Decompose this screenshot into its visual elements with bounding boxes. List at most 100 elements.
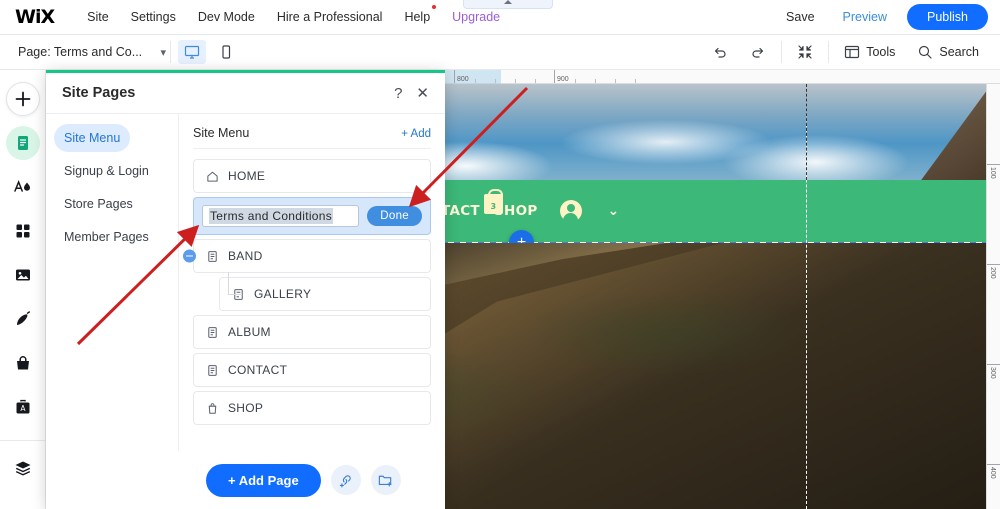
chevron-down-icon: ▾ xyxy=(160,46,166,59)
vertical-ruler[interactable]: 100 200 300 400 xyxy=(986,84,1000,509)
folder-plus-icon[interactable] xyxy=(370,465,401,495)
ruler-tick-label: 900 xyxy=(557,76,569,83)
collapse-toggle-icon[interactable] xyxy=(183,249,196,263)
tree-connector xyxy=(228,272,242,295)
page-selector-dropdown[interactable]: Page: Terms and Co... ▾ xyxy=(18,45,166,59)
tools-label: Tools xyxy=(866,45,896,59)
add-elements-button[interactable] xyxy=(5,82,40,116)
link-plus-icon[interactable] xyxy=(330,465,361,495)
page-label: CONTACT xyxy=(228,363,288,377)
business-tools-button[interactable] xyxy=(6,346,40,380)
wix-editor-window: WiX Site Settings Dev Mode Hire a Profes… xyxy=(0,0,1000,509)
menu-help-label: Help xyxy=(404,10,431,24)
add-link-button[interactable]: + Add xyxy=(401,128,431,140)
redo-button[interactable] xyxy=(739,44,777,60)
menu-site[interactable]: Site xyxy=(76,10,120,24)
page-label: BAND xyxy=(228,249,263,263)
ruler-segment-v: 100 xyxy=(987,164,1000,264)
page-label: GALLERY xyxy=(254,287,312,301)
chevron-down-icon[interactable]: ⌄ xyxy=(608,203,620,219)
panel-title: Site Pages xyxy=(62,85,136,101)
site-pages-panel: Site Pages ? ✕ Site Menu Signup & Login … xyxy=(46,70,445,509)
app-market-button[interactable] xyxy=(6,214,40,248)
page-list-header: Site Menu + Add xyxy=(193,126,431,149)
panel-footer: + Add Page xyxy=(46,451,445,509)
layers-section xyxy=(0,440,45,509)
page-icon xyxy=(206,364,219,377)
zoom-out-button[interactable] xyxy=(786,44,824,60)
help-notification-dot xyxy=(432,5,437,9)
editor-toolbar: Page: Terms and Co... ▾ Tools Search xyxy=(0,35,1000,70)
blog-button[interactable] xyxy=(6,302,40,336)
panel-nav-store-pages[interactable]: Store Pages xyxy=(54,190,143,218)
page-list-title: Site Menu xyxy=(193,126,250,140)
cart-and-shop[interactable]: 3 SHOP xyxy=(483,189,538,219)
publish-button[interactable]: Publish xyxy=(907,4,988,30)
top-bar-actions: Save Preview Publish xyxy=(772,4,988,30)
ruler-tick-label: 100 xyxy=(989,167,996,179)
page-rename-input[interactable]: Terms and Conditions xyxy=(202,205,360,227)
hero-rock-edge xyxy=(921,91,986,180)
page-row-album[interactable]: ALBUM xyxy=(193,315,431,349)
undo-button[interactable] xyxy=(701,44,739,60)
browser-tab-artifact[interactable] xyxy=(463,0,553,9)
ruler-segment: 800 xyxy=(454,70,554,83)
question-mark-icon[interactable]: ? xyxy=(394,85,402,102)
toolbar-divider xyxy=(781,41,783,63)
done-button[interactable]: Done xyxy=(367,206,422,226)
page-row-home[interactable]: HOME xyxy=(193,159,431,193)
page-row-gallery[interactable]: GALLERY xyxy=(219,272,431,311)
ruler-tick-label: 800 xyxy=(457,76,469,83)
panel-header-actions: ? ✕ xyxy=(394,84,429,103)
tools-button[interactable]: Tools xyxy=(833,44,906,60)
page-row-terms-and-conditions-editing[interactable]: Terms and Conditions Done xyxy=(193,197,431,235)
panel-header: Site Pages ? ✕ xyxy=(46,73,445,114)
add-page-button[interactable]: + Add Page xyxy=(206,463,321,497)
desktop-view-button[interactable] xyxy=(178,40,206,64)
mobile-view-button[interactable] xyxy=(212,40,240,64)
ruler-tick-label: 200 xyxy=(989,267,996,279)
page-icon xyxy=(206,250,219,263)
shop-bag-icon xyxy=(206,402,219,415)
page-list: HOME Terms and Conditions Done BAND GALL… xyxy=(183,149,431,425)
top-menu-bar: WiX Site Settings Dev Mode Hire a Profes… xyxy=(0,0,1000,35)
ruler-segment-v: 300 xyxy=(987,364,1000,464)
page-label: ALBUM xyxy=(228,325,271,339)
ruler-tick-label: 300 xyxy=(989,367,996,379)
preview-button[interactable]: Preview xyxy=(829,10,901,24)
user-avatar-icon[interactable] xyxy=(559,200,582,223)
page-row-band[interactable]: BAND xyxy=(183,239,431,273)
panel-nav-signup-login[interactable]: Signup & Login xyxy=(54,157,159,185)
panel-nav-site-menu[interactable]: Site Menu xyxy=(54,124,131,152)
menu-settings[interactable]: Settings xyxy=(120,10,187,24)
layers-button[interactable] xyxy=(6,451,40,485)
page-icon xyxy=(206,326,219,339)
caret-up-icon xyxy=(504,0,512,4)
page-label: SHOP xyxy=(228,401,264,415)
menu-dev-mode[interactable]: Dev Mode xyxy=(187,10,266,24)
site-pages-button[interactable] xyxy=(5,126,40,160)
toolbar-right-actions: Tools Search xyxy=(701,41,990,63)
marketing-button[interactable]: A xyxy=(6,390,40,424)
panel-nav-member-pages[interactable]: Member Pages xyxy=(54,223,159,251)
panel-body: Site Menu Signup & Login Store Pages Mem… xyxy=(46,114,445,451)
my-uploads-button[interactable] xyxy=(6,258,40,292)
close-icon[interactable]: ✕ xyxy=(416,84,429,102)
menu-upgrade[interactable]: Upgrade xyxy=(441,10,511,24)
wix-logo[interactable]: WiX xyxy=(15,6,55,28)
ruler-segment-v: 400 xyxy=(987,464,1000,509)
svg-text:A: A xyxy=(20,404,26,413)
page-row-contact[interactable]: CONTACT xyxy=(193,353,431,387)
search-label: Search xyxy=(939,45,979,59)
search-button[interactable]: Search xyxy=(906,44,990,60)
page-rename-value: Terms and Conditions xyxy=(209,208,334,224)
page-row-shop[interactable]: SHOP xyxy=(193,391,431,425)
save-button[interactable]: Save xyxy=(772,10,829,24)
site-design-button[interactable] xyxy=(6,170,40,204)
cart-count-badge: 3 xyxy=(490,202,497,211)
menu-help[interactable]: Help xyxy=(393,5,441,24)
home-icon xyxy=(206,170,219,183)
page-label: HOME xyxy=(228,169,266,183)
menu-hire-a-professional[interactable]: Hire a Professional xyxy=(266,10,394,24)
ruler-segment-v: 200 xyxy=(987,264,1000,364)
